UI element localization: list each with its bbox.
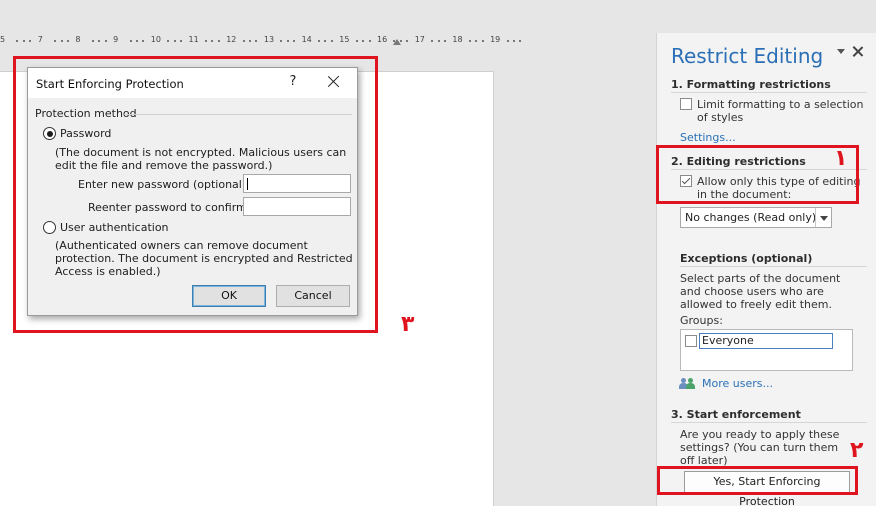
ruler-tick — [318, 40, 321, 42]
ruler-number: 13 — [263, 35, 275, 44]
ruler-tick — [66, 40, 69, 42]
close-icon[interactable] — [851, 45, 865, 59]
ruler-number: 10 — [150, 35, 161, 44]
ruler-tick — [330, 40, 333, 42]
ruler-tick — [16, 40, 19, 42]
pane-title: Restrict Editing — [671, 44, 824, 68]
ruler-ticks: 5 7 8 9 10 11 12 13 14 15 16 17 18 19 — [0, 33, 522, 47]
formatting-restrictions-heading: 1. Formatting restrictions — [671, 78, 831, 91]
section-divider — [671, 422, 867, 423]
ruler-tick — [180, 40, 183, 42]
ruler-number: 7 — [37, 35, 43, 44]
ruler-tick — [173, 40, 176, 42]
more-users-link[interactable]: More users... — [702, 377, 773, 390]
annotation-box-editing-restrictions — [656, 145, 859, 204]
ruler-tick — [362, 40, 365, 42]
ruler-tick — [255, 40, 258, 42]
ruler-tick — [293, 40, 296, 42]
ruler-tick — [98, 40, 101, 42]
ruler-tick — [211, 40, 214, 42]
exceptions-heading: Exceptions (optional) — [680, 252, 813, 265]
ruler-tick — [355, 40, 358, 42]
ruler-number: 14 — [301, 35, 312, 44]
ruler-number: 12 — [226, 35, 237, 44]
ruler-tick — [60, 40, 63, 42]
ruler-tick — [324, 40, 327, 42]
annotation-number-3: ٣ — [401, 312, 415, 337]
chevron-down-icon[interactable] — [837, 49, 845, 54]
ruler-tick — [249, 40, 252, 42]
ruler-tick — [54, 40, 57, 42]
everyone-checkbox[interactable] — [685, 335, 697, 347]
ruler-tick — [91, 40, 94, 42]
limit-formatting-label[interactable]: Limit formatting to a selection of style… — [697, 98, 867, 124]
ruler-number: 18 — [452, 35, 463, 44]
ruler-tick — [242, 40, 245, 42]
ruler-tick — [129, 40, 132, 42]
ruler-tick — [519, 40, 522, 42]
ruler-tick — [280, 40, 283, 42]
ruler-tick — [142, 40, 145, 42]
restrict-editing-pane: Restrict Editing 1. Formatting restricti… — [656, 33, 876, 506]
section-divider — [671, 92, 867, 93]
ruler-tick — [475, 40, 478, 42]
dropdown-separator — [815, 208, 816, 227]
annotation-number-2: ٢ — [850, 438, 864, 463]
users-icon — [679, 378, 697, 390]
ruler-tick — [29, 40, 32, 42]
annotation-box-dialog — [13, 56, 378, 333]
ruler-tick — [506, 40, 509, 42]
groups-list: Everyone — [680, 329, 853, 371]
ruler-tick — [286, 40, 289, 42]
ruler-number: 16 — [377, 35, 388, 44]
ruler-number: 15 — [339, 35, 350, 44]
ruler-tick — [135, 40, 138, 42]
everyone-item[interactable]: Everyone — [699, 333, 833, 349]
chevron-down-icon[interactable] — [820, 216, 828, 221]
ruler-tick — [481, 40, 484, 42]
ruler-number: 17 — [414, 35, 425, 44]
ruler-number: 19 — [490, 35, 501, 44]
dropdown-value: No changes (Read only) — [685, 211, 817, 224]
ruler-tick — [443, 40, 446, 42]
ruler-tick — [204, 40, 207, 42]
ruler-tick — [22, 40, 25, 42]
ruler-number: 11 — [188, 35, 199, 44]
exceptions-description: Select parts of the document and choose … — [680, 272, 841, 311]
ruler-number: 9 — [113, 35, 119, 44]
ruler-tick — [512, 40, 515, 42]
limit-formatting-checkbox[interactable] — [680, 98, 692, 110]
horizontal-ruler[interactable]: 5 7 8 9 10 11 12 13 14 15 16 17 18 19 — [0, 33, 522, 47]
ruler-number: 5 — [0, 35, 6, 44]
groups-label: Groups: — [680, 314, 723, 327]
ruler-tick — [406, 40, 409, 42]
ruler-tick — [437, 40, 440, 42]
ruler-tick — [167, 40, 170, 42]
annotation-number-1: ١ — [834, 146, 848, 171]
ruler-tick — [368, 40, 371, 42]
ruler-tick — [104, 40, 107, 42]
ruler-tick — [217, 40, 220, 42]
ruler-indent-marker[interactable] — [393, 39, 401, 45]
enforcement-description: Are you ready to apply these settings? (… — [680, 428, 840, 467]
ruler-number: 8 — [75, 35, 81, 44]
annotation-box-enforce-button — [657, 466, 858, 495]
ruler-tick — [468, 40, 471, 42]
section-divider — [680, 266, 867, 267]
start-enforcement-heading: 3. Start enforcement — [671, 408, 801, 421]
editing-type-dropdown[interactable]: No changes (Read only) — [680, 207, 832, 228]
settings-link[interactable]: Settings... — [680, 131, 736, 144]
ruler-tick — [431, 40, 434, 42]
